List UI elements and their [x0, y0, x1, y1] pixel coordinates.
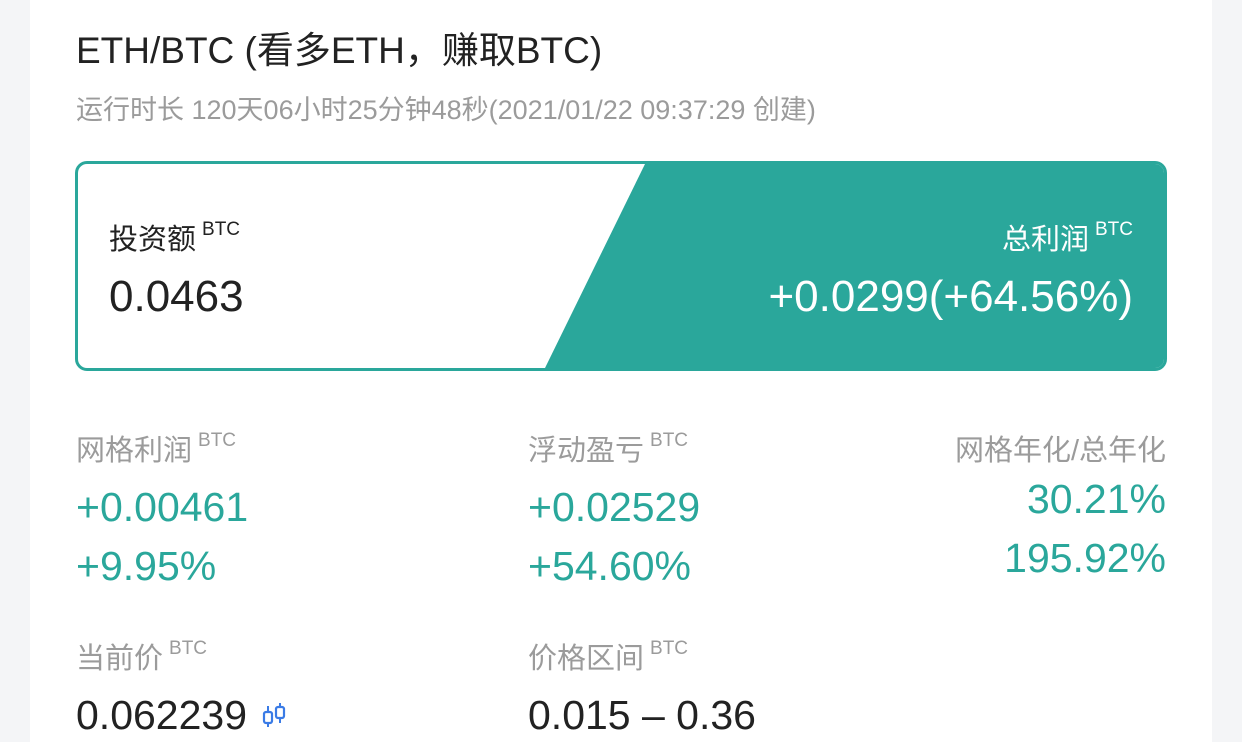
current-price-row: 0.062239: [76, 692, 289, 739]
page-title: ETH/BTC (看多ETH，赚取BTC): [76, 30, 603, 71]
current-price-label-text: 当前价: [76, 643, 164, 675]
grid-profit-label: 网格利润 BTC: [76, 427, 236, 469]
total-annualized-value: 195.92%: [1004, 535, 1166, 581]
investment-unit: BTC: [202, 219, 241, 240]
grid-annualized-value: 30.21%: [1026, 476, 1166, 522]
floating-pnl-unit: BTC: [650, 430, 689, 451]
price-range-unit: BTC: [650, 638, 689, 659]
current-price-value: 0.062239: [76, 692, 248, 738]
grid-profit-value: +0.00461: [76, 484, 249, 530]
current-price-label: 当前价 BTC: [76, 635, 207, 677]
summary-teal-fill: [545, 164, 1164, 368]
total-profit-unit: BTC: [1095, 219, 1133, 240]
total-profit-value: +0.0299(+64.56%): [768, 272, 1133, 321]
price-range-value: 0.015 – 0.36: [528, 692, 756, 738]
investment-label: 投资额 BTC: [109, 216, 240, 258]
price-range-label-text: 价格区间: [528, 643, 645, 675]
investment-value: 0.0463: [109, 272, 244, 321]
runtime-info: 运行时长 120天06小时25分钟48秒(2021/01/22 09:37:29…: [76, 95, 816, 125]
annualized-label: 网格年化/总年化: [954, 435, 1166, 467]
total-profit-label: 总利润 BTC: [1002, 216, 1133, 258]
summary-panel: 投资额 BTC 0.0463 总利润 BTC +0.0299(+64.56%): [75, 161, 1167, 371]
grid-profit-unit: BTC: [198, 430, 237, 451]
grid-profit-label-text: 网格利润: [76, 435, 193, 467]
floating-pnl-value: +0.02529: [528, 484, 701, 530]
bot-detail-card: ETH/BTC (看多ETH，赚取BTC) 运行时长 120天06小时25分钟4…: [30, 0, 1212, 742]
current-price-unit: BTC: [169, 638, 208, 659]
floating-pnl-label-text: 浮动盈亏: [528, 435, 645, 467]
candlestick-chart-icon[interactable]: [259, 701, 289, 731]
price-range-label: 价格区间 BTC: [528, 635, 688, 677]
floating-pnl-percent: +54.60%: [528, 543, 691, 589]
grid-profit-percent: +9.95%: [76, 543, 217, 589]
investment-label-text: 投资额: [109, 224, 197, 256]
total-profit-label-text: 总利润: [1001, 224, 1089, 256]
floating-pnl-label: 浮动盈亏 BTC: [528, 427, 688, 469]
